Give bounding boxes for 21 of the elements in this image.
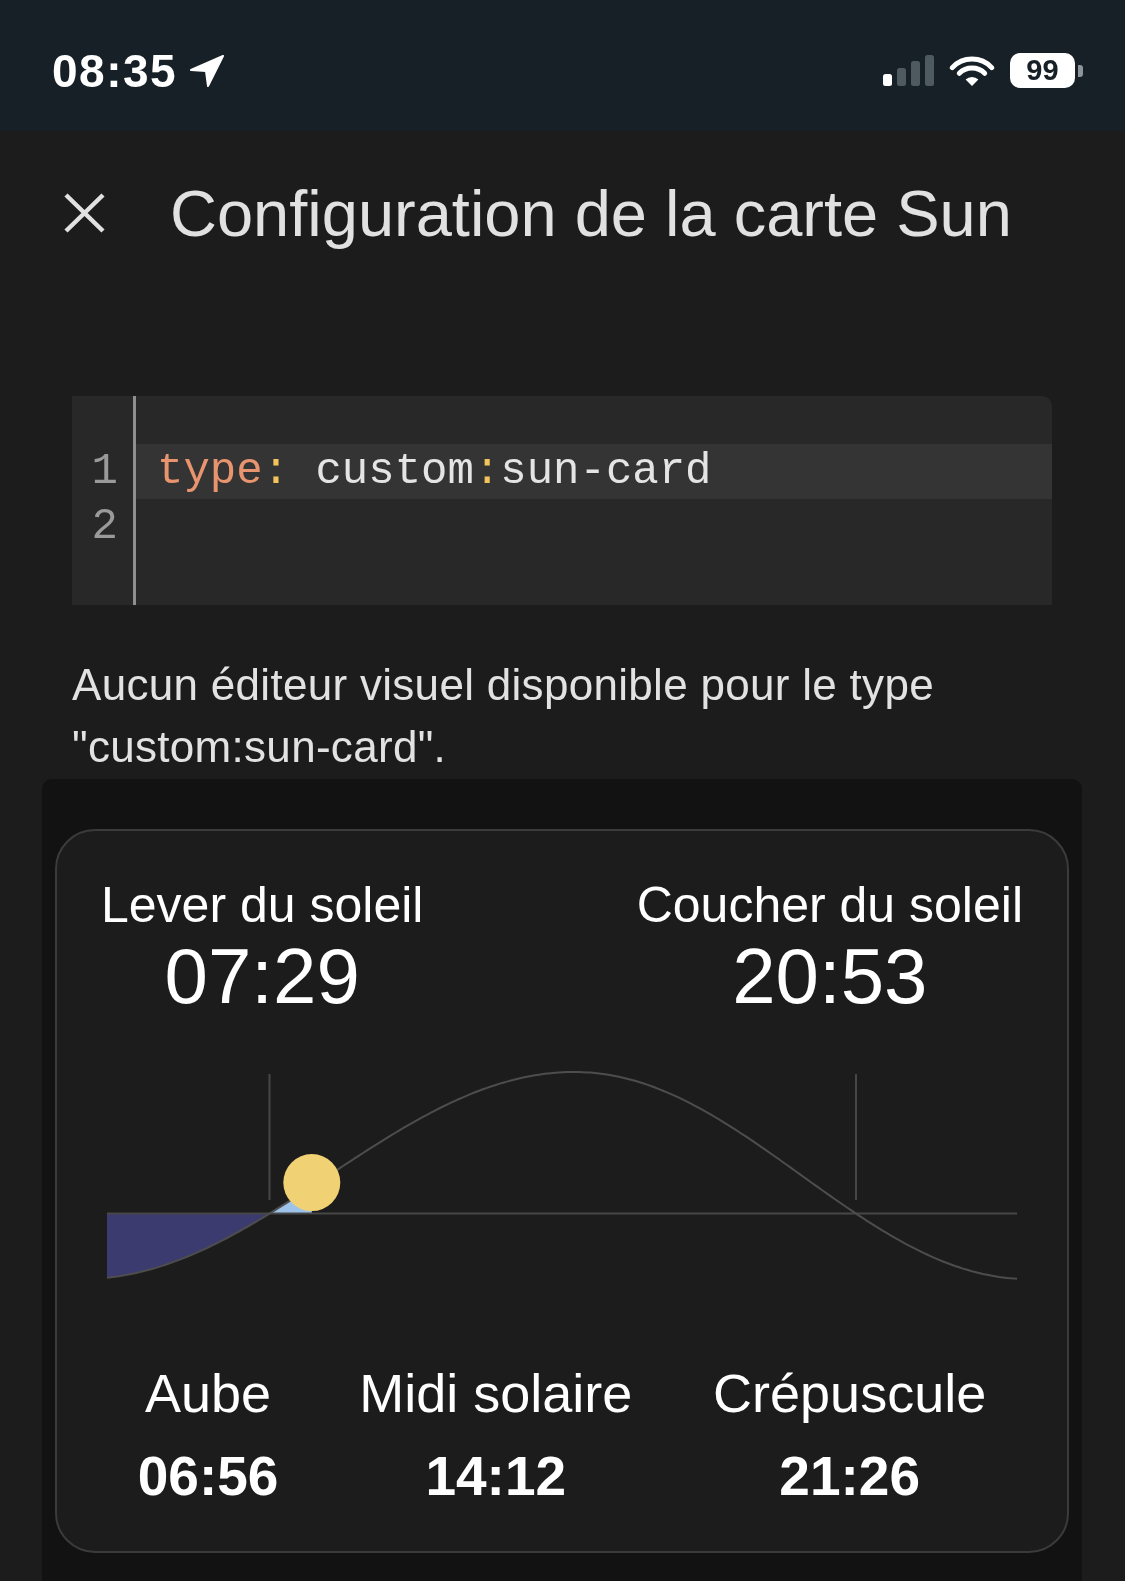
time-value: 21:26: [779, 1445, 920, 1507]
event-time: 20:53: [732, 934, 928, 1018]
line-number: 2: [91, 500, 118, 553]
time-value: 06:56: [137, 1445, 279, 1507]
close-button[interactable]: [63, 192, 106, 234]
event-time: 07:29: [164, 934, 360, 1018]
location-arrow-icon: [189, 53, 226, 88]
line-number: 1: [91, 445, 118, 498]
info-message: Aucun éditeur visuel disponible pour le type "custom:sun-card".: [72, 659, 935, 773]
time-label: Crépuscule: [713, 1362, 987, 1424]
time-label: Aube: [145, 1362, 272, 1424]
event-label: Coucher du soleil: [636, 876, 1023, 934]
time-value: 14:12: [425, 1445, 567, 1507]
battery-indicator: 99: [1010, 53, 1083, 88]
time-label: Midi solaire: [359, 1362, 633, 1424]
code-editor[interactable]: 1 2 type: custom:sun-card: [72, 396, 1052, 605]
close-icon: [63, 192, 106, 234]
clock-time: 08:35: [52, 47, 178, 94]
wifi-icon: [949, 54, 995, 87]
signal-strength-icon: [883, 55, 934, 86]
event-label: Lever du soleil: [101, 876, 424, 934]
